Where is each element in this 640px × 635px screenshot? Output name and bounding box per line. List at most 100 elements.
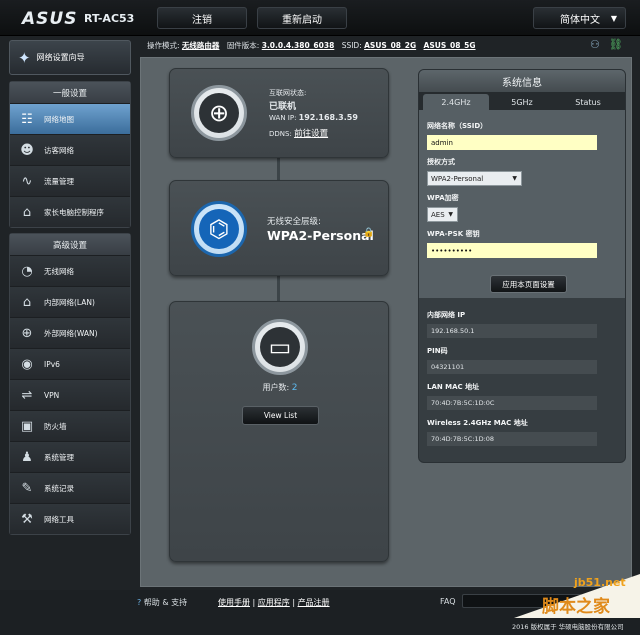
apply-button[interactable]: 应用本页面设置	[490, 275, 567, 293]
sidebar-item-wireless[interactable]: ◔ 无线网络	[10, 255, 130, 286]
internet-card[interactable]: ⊕ 互联网状态: 已联机 WAN IP: 192.168.3.59 DDNS: …	[169, 68, 389, 158]
clients-label: 用户数:	[262, 383, 290, 392]
log-icon: ✎	[21, 480, 33, 496]
sidebar-item-firewall[interactable]: ▣ 防火墙	[10, 410, 130, 441]
language-label: 简体中文	[560, 14, 600, 26]
psk-input[interactable]: ••••••••••	[427, 243, 597, 258]
ssid-5g-link[interactable]: ASUS_08_5G	[424, 41, 476, 50]
ssid-2g-link[interactable]: ASUS_08_2G	[364, 41, 416, 50]
view-list-button[interactable]: View List	[242, 406, 319, 425]
sidebar-item-administration[interactable]: ♟ 系统管理	[10, 441, 130, 472]
tab-2-4ghz[interactable]: 2.4GHz	[423, 94, 489, 110]
router-icon[interactable]: ⌬	[191, 201, 247, 257]
auth-method-select[interactable]: WPA2-Personal ▼	[427, 171, 522, 186]
logout-button[interactable]: 注销	[157, 7, 247, 29]
sidebar-item-traffic[interactable]: ∿ 流量管理	[10, 165, 130, 196]
reboot-button[interactable]: 重新启动	[257, 7, 347, 29]
help-support[interactable]: ? 帮助 & 支持	[137, 597, 187, 608]
ddns-row: DDNS: 前往设置	[269, 127, 328, 139]
globe-icon[interactable]: ⊕	[191, 85, 247, 141]
magic-wand-icon: ✦	[18, 48, 31, 67]
sidebar-item-label: VPN	[44, 390, 60, 400]
ssid-input[interactable]: admin	[427, 135, 597, 150]
app-link[interactable]: 应用程序	[258, 598, 290, 607]
clients-count-row: 用户数: 2	[170, 382, 390, 393]
encryption-label: WPA加密	[427, 194, 459, 202]
register-link[interactable]: 产品注册	[298, 598, 330, 607]
network-status-icon[interactable]: ⚇	[590, 38, 600, 51]
map-connector	[277, 158, 280, 180]
firewall-icon: ▣	[20, 418, 34, 434]
encryption-select[interactable]: AES ▼	[427, 207, 458, 222]
band-tabs: 2.4GHz 5GHz Status	[419, 92, 625, 110]
lan-icon: ⌂	[22, 294, 32, 310]
language-select[interactable]: 简体中文 ▼	[533, 7, 626, 29]
router-info-list: 内部网络 IP 192.168.50.1 PIN码 04321101 LAN M…	[419, 298, 625, 450]
sidebar-item-label: IPv6	[44, 359, 60, 369]
copyright: 2016 版权属于 华硕电脑股份有限公司	[512, 623, 624, 631]
security-level-value: WPA2-Personal	[267, 228, 374, 243]
wireless-mac-label: Wireless 2.4GHz MAC 地址	[427, 419, 528, 427]
encryption-value: AES	[431, 210, 445, 219]
status-line: 操作模式: 无线路由器 固件版本: 3.0.0.4.380_6038 SSID:…	[147, 40, 476, 51]
pin-value: 04321101	[427, 360, 597, 374]
network-map-icon: ☷	[21, 111, 33, 127]
vpn-icon: ⇌	[21, 387, 33, 403]
clients-count: 2	[291, 383, 298, 393]
usb-status-icon[interactable]: ⛓	[609, 38, 623, 51]
sidebar-item-system-log[interactable]: ✎ 系统记录	[10, 472, 130, 503]
sidebar-item-lan[interactable]: ⌂ 内部网络(LAN)	[10, 286, 130, 317]
faq-label: FAQ	[440, 597, 456, 606]
sidebar-item-wan[interactable]: ⊕ 外部网络(WAN)	[10, 317, 130, 348]
watermark-name: 脚本之家	[542, 597, 610, 617]
sidebar-item-guest-network[interactable]: ☻ 访客网络	[10, 134, 130, 165]
wireless-mac-value: 70:4D:7B:5C:1D:08	[427, 432, 597, 446]
advanced-settings-section: 高级设置 ◔ 无线网络 ⌂ 内部网络(LAN) ⊕ 外部网络(WAN) ◉ IP…	[9, 233, 131, 535]
sidebar-item-network-map[interactable]: ☷ 网络地图	[10, 103, 130, 134]
sidebar-item-label: 防火墙	[44, 421, 67, 431]
traffic-icon: ∿	[21, 173, 33, 189]
sidebar-item-label: 外部网络(WAN)	[44, 328, 98, 338]
lan-ip-label: 内部网络 IP	[427, 311, 466, 319]
top-bar: ASUS RT-AC53 注销 重新启动 简体中文 ▼	[0, 0, 640, 36]
model-name: RT-AC53	[84, 12, 135, 25]
router-card[interactable]: ⌬ 无线安全层级: WPA2-Personal 🔒	[169, 180, 389, 276]
sidebar-item-vpn[interactable]: ⇌ VPN	[10, 379, 130, 410]
tab-5ghz[interactable]: 5GHz	[489, 94, 555, 110]
asus-logo[interactable]: ASUS	[22, 9, 77, 29]
sidebar-item-network-tools[interactable]: ⚒ 网络工具	[10, 503, 130, 534]
security-level-label: 无线安全层级:	[267, 217, 321, 227]
sidebar-item-ipv6[interactable]: ◉ IPv6	[10, 348, 130, 379]
lock-icon: 🔒	[363, 228, 375, 238]
general-settings-title: 一般设置	[10, 82, 130, 103]
mode-label: 操作模式:	[147, 41, 180, 50]
ssid-label: 网络名称（SSID）	[427, 122, 488, 130]
internet-status-label: 互联网状态:	[269, 89, 307, 97]
wireless-form: 网络名称（SSID） admin 授权方式 WPA2-Personal ▼ WP…	[419, 110, 625, 298]
parental-icon: ⌂	[22, 204, 32, 220]
auth-method-value: WPA2-Personal	[431, 174, 484, 183]
sidebar-item-parental[interactable]: ⌂ 家长电脑控制程序	[10, 196, 130, 227]
quick-setup-button[interactable]: ✦ 网络设置向导	[9, 40, 131, 75]
system-info-panel: 系统信息 2.4GHz 5GHz Status 网络名称（SSID） admin…	[418, 69, 626, 463]
firmware-link[interactable]: 3.0.0.4.380_6038	[262, 41, 335, 50]
manual-link[interactable]: 使用手册	[218, 598, 250, 607]
sidebar-item-label: 网络地图	[44, 114, 74, 124]
pin-label: PIN码	[427, 347, 448, 355]
chevron-down-icon: ▼	[448, 211, 453, 218]
sidebar-item-label: 内部网络(LAN)	[44, 297, 95, 307]
internet-status-value: 已联机	[269, 102, 297, 112]
sidebar-item-label: 家长电脑控制程序	[44, 207, 104, 217]
firmware-label: 固件版本:	[226, 41, 260, 50]
tab-status[interactable]: Status	[555, 94, 621, 110]
sidebar-item-label: 流量管理	[44, 176, 74, 186]
clients-card[interactable]: ▭ 用户数: 2 View List	[169, 301, 389, 562]
ddns-link[interactable]: 前往设置	[294, 129, 328, 139]
sidebar-item-label: 网络工具	[44, 514, 74, 524]
footer-links: 使用手册 | 应用程序 | 产品注册	[218, 598, 330, 607]
quick-setup-label: 网络设置向导	[36, 53, 85, 62]
sidebar-item-label: 系统记录	[44, 483, 74, 493]
monitor-icon[interactable]: ▭	[252, 319, 308, 375]
tools-icon: ⚒	[21, 511, 33, 527]
mode-link[interactable]: 无线路由器	[182, 41, 220, 50]
